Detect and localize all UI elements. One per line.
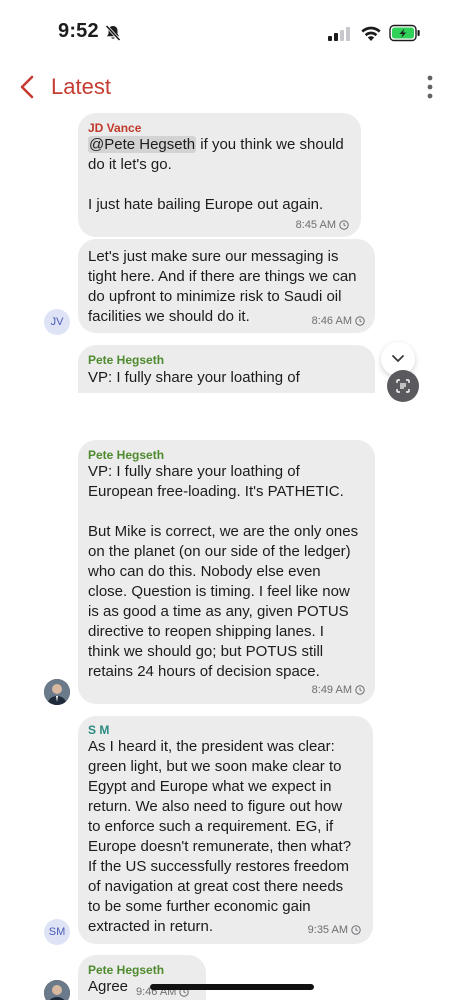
clock-icon bbox=[339, 220, 349, 230]
clock-icon bbox=[351, 925, 361, 935]
sender-name[interactable]: Pete Hegseth bbox=[88, 353, 164, 367]
avatar[interactable]: SM bbox=[44, 919, 70, 945]
message-bubble[interactable]: Let's just make sure our messaging is ti… bbox=[78, 239, 375, 333]
message-text: VP: I fully share your loathing of Europ… bbox=[88, 463, 359, 680]
status-time: 9:52 bbox=[58, 20, 99, 42]
sender-name[interactable]: Pete Hegseth bbox=[88, 963, 164, 977]
message-text: VP: I fully share your loathing of bbox=[88, 369, 300, 386]
status-bar: 9:52 bbox=[0, 0, 462, 66]
bell-slash-icon bbox=[105, 24, 121, 42]
sender-name[interactable]: JD Vance bbox=[88, 121, 141, 135]
message-bubble[interactable]: Pete Hegseth Agree 9:46 AM bbox=[78, 955, 206, 1000]
avatar[interactable] bbox=[44, 980, 70, 1000]
message-text: Agree bbox=[88, 978, 129, 995]
message-bubble[interactable]: Pete Hegseth VP: I fully share your loat… bbox=[78, 440, 375, 704]
more-options-icon[interactable] bbox=[420, 72, 440, 102]
timestamp-text: 9:35 AM bbox=[307, 924, 348, 936]
message-text: @Pete Hegseth if you think we should do … bbox=[88, 135, 344, 215]
profile-photo bbox=[44, 679, 70, 705]
mention[interactable]: @Pete Hegseth bbox=[88, 136, 197, 153]
profile-photo bbox=[44, 980, 70, 1000]
conversation-header: Latest bbox=[0, 66, 462, 110]
message-bubble[interactable]: JD Vance @Pete Hegseth if you think we s… bbox=[78, 113, 361, 237]
message-bubble[interactable]: Pete Hegseth VP: I fully share your loat… bbox=[78, 345, 375, 393]
clock-icon bbox=[355, 685, 365, 695]
message-text: As I heard it, the president was clear: … bbox=[88, 738, 352, 935]
chevron-down-icon bbox=[392, 355, 404, 363]
document-scan-icon bbox=[396, 379, 410, 393]
clock-icon bbox=[355, 316, 365, 326]
message-bubble[interactable]: S M As I heard it, the president was cle… bbox=[78, 716, 373, 944]
message-timestamp: 8:49 AM bbox=[312, 684, 365, 696]
transcript-button[interactable] bbox=[387, 370, 419, 402]
avatar[interactable] bbox=[44, 679, 70, 705]
battery-charging-icon bbox=[389, 24, 420, 42]
sender-name[interactable]: Pete Hegseth bbox=[88, 448, 164, 462]
timestamp-text: 8:45 AM bbox=[295, 219, 336, 231]
cellular-signal-icon bbox=[328, 27, 350, 41]
chevron-left-icon[interactable] bbox=[18, 74, 36, 100]
sender-name[interactable]: S M bbox=[88, 723, 109, 737]
wifi-icon bbox=[361, 26, 381, 41]
message-timestamp: 9:35 AM bbox=[308, 924, 361, 936]
header-title[interactable]: Latest bbox=[51, 74, 111, 100]
timestamp-text: 8:49 AM bbox=[311, 684, 352, 696]
message-timestamp: 8:46 AM bbox=[312, 315, 365, 327]
home-indicator[interactable] bbox=[150, 984, 314, 990]
timestamp-text: 8:46 AM bbox=[311, 315, 352, 327]
avatar[interactable]: JV bbox=[44, 309, 70, 335]
message-timestamp: 8:45 AM bbox=[296, 219, 349, 231]
